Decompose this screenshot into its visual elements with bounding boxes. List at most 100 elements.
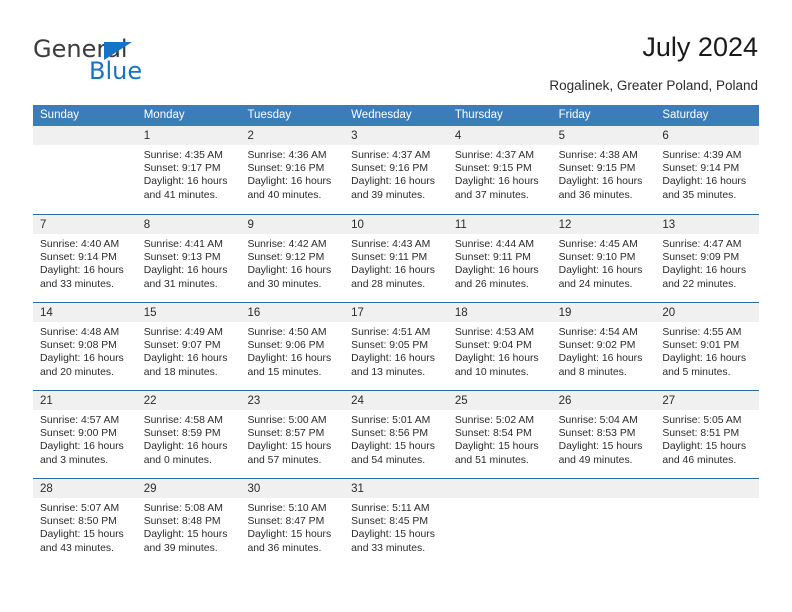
day-number-band: 8 (136, 215, 241, 234)
day-cell-21[interactable]: 21 Sunrise: 4:57 AM Sunset: 9:00 PM Dayligh… (33, 391, 137, 478)
day-info-line: Sunrise: 5:02 AM (454, 415, 535, 426)
day-info-line: and 26 minutes. (454, 278, 529, 290)
day-cell-28[interactable]: 28 Sunrise: 5:07 AM Sunset: 8:50 PM Dayligh… (33, 479, 137, 566)
day-number: 7 (40, 219, 47, 231)
day-info-line: Sunset: 9:14 PM (40, 252, 117, 264)
day-number: 9 (247, 219, 254, 231)
day-cell-7[interactable]: 7 Sunrise: 4:40 AM Sunset: 9:14 PM Daylight… (33, 215, 137, 302)
weekday-header-sunday: Sunday (40, 109, 80, 121)
day-number-band: 20 (655, 303, 760, 322)
day-info-line: Sunrise: 4:37 AM (454, 150, 535, 161)
day-info-line: Daylight: 15 hours (247, 441, 332, 453)
day-info-line: Sunrise: 4:35 AM (143, 150, 223, 161)
day-cell-18[interactable]: 18 Sunrise: 4:53 AM Sunset: 9:04 PM Dayligh… (447, 303, 552, 390)
day-cell-12[interactable]: 12 Sunrise: 4:45 AM Sunset: 9:10 PM Dayligh… (551, 215, 656, 302)
day-info-line: Sunrise: 4:57 AM (40, 415, 120, 426)
weekday-header-friday: Friday (558, 109, 591, 121)
day-info-line: and 40 minutes. (247, 189, 322, 201)
day-cell-8[interactable]: 8 Sunrise: 4:41 AM Sunset: 9:13 PM Daylight… (136, 215, 241, 302)
page-subtitle-location: Rogalinek, Greater Poland, Poland (549, 78, 758, 93)
day-number: 25 (454, 395, 468, 407)
day-cell-15[interactable]: 15 Sunrise: 4:49 AM Sunset: 9:07 PM Dayligh… (136, 303, 241, 390)
day-info-line: and 43 minutes. (40, 542, 114, 554)
day-info-line: Daylight: 16 hours (351, 265, 435, 277)
day-info-line: and 46 minutes. (662, 454, 737, 466)
day-cell-25[interactable]: 25 Sunrise: 5:02 AM Sunset: 8:54 PM Dayligh… (447, 391, 552, 478)
general-blue-logo[interactable]: General Blue (33, 36, 233, 88)
day-info-line: and 39 minutes. (143, 542, 218, 554)
day-sun-info: Sunrise: 4:37 AM Sunset: 9:16 PM Daylight:… (344, 145, 448, 202)
day-info-line: Sunset: 8:45 PM (351, 516, 428, 528)
day-info-line: Daylight: 16 hours (662, 265, 747, 277)
day-info-line: and 36 minutes. (247, 542, 322, 554)
day-cell-5[interactable]: 5 Sunrise: 4:38 AM Sunset: 9:15 PM Daylight… (551, 126, 656, 214)
day-number: 6 (662, 130, 669, 142)
day-cell-17[interactable]: 17 Sunrise: 4:51 AM Sunset: 9:05 PM Dayligh… (344, 303, 448, 390)
day-info-line: Sunrise: 4:58 AM (143, 415, 223, 426)
day-cell-11[interactable]: 11 Sunrise: 4:44 AM Sunset: 9:11 PM Dayligh… (447, 215, 552, 302)
day-cell-27[interactable]: 27 Sunrise: 5:05 AM Sunset: 8:51 PM Dayligh… (655, 391, 760, 478)
day-number-band: 21 (33, 391, 137, 410)
day-info-line: Daylight: 16 hours (40, 353, 124, 365)
day-number-band: 15 (136, 303, 241, 322)
day-number-band: 18 (447, 303, 552, 322)
day-sun-info: Sunrise: 4:36 AM Sunset: 9:16 PM Daylight:… (240, 145, 344, 202)
day-info-line: Daylight: 16 hours (247, 176, 332, 188)
day-info-line: Sunrise: 5:08 AM (143, 503, 223, 514)
day-number: 4 (454, 130, 462, 142)
day-info-line: Daylight: 16 hours (247, 353, 332, 365)
day-cell-1[interactable]: 1 Sunrise: 4:35 AM Sunset: 9:17 PM Daylight… (136, 126, 241, 214)
day-cell-10[interactable]: 10 Sunrise: 4:43 AM Sunset: 9:11 PM Dayligh… (344, 215, 448, 302)
day-info-line: Sunset: 9:16 PM (247, 163, 325, 175)
day-cell-20[interactable]: 20 Sunrise: 4:55 AM Sunset: 9:01 PM Dayligh… (655, 303, 760, 390)
day-number-band: 7 (33, 215, 137, 234)
day-info-line: Daylight: 16 hours (247, 265, 332, 277)
calendar-week-row: 28 Sunrise: 5:07 AM Sunset: 8:50 PM Dayligh… (33, 478, 760, 566)
day-cell-31[interactable]: 31 Sunrise: 5:11 AM Sunset: 8:45 PM Dayligh… (344, 479, 448, 566)
day-cell-4[interactable]: 4 Sunrise: 4:37 AM Sunset: 9:15 PM Daylight… (447, 126, 552, 214)
day-info-line: Sunrise: 4:54 AM (558, 327, 638, 338)
day-cell-13[interactable]: 13 Sunrise: 4:47 AM Sunset: 9:09 PM Dayligh… (655, 215, 760, 302)
day-cell-2[interactable]: 2 Sunrise: 4:36 AM Sunset: 9:16 PM Daylight… (240, 126, 345, 214)
day-number: 24 (351, 395, 364, 407)
day-sun-info: Sunrise: 4:40 AM Sunset: 9:14 PM Daylight:… (33, 234, 137, 291)
day-number: 28 (40, 483, 53, 495)
day-cell-3[interactable]: 3 Sunrise: 4:37 AM Sunset: 9:16 PM Daylight… (344, 126, 448, 214)
day-number-band: 24 (344, 391, 448, 410)
day-info-line: Sunset: 8:48 PM (143, 516, 221, 528)
day-info-line: Sunset: 9:00 PM (40, 428, 117, 440)
day-sun-info: Sunrise: 4:53 AM Sunset: 9:04 PM Daylight:… (448, 322, 552, 379)
day-sun-info: Sunrise: 4:48 AM Sunset: 9:08 PM Daylight:… (33, 322, 137, 379)
weekday-header-monday: Monday (143, 109, 185, 121)
day-cell-30[interactable]: 30 Sunrise: 5:10 AM Sunset: 8:47 PM Dayligh… (240, 479, 345, 566)
day-info-line: Sunset: 9:10 PM (558, 252, 636, 264)
day-info-line: Sunrise: 4:40 AM (40, 239, 120, 250)
day-sun-info: Sunrise: 4:54 AM Sunset: 9:02 PM Daylight:… (552, 322, 656, 379)
day-cell-26[interactable]: 26 Sunrise: 5:04 AM Sunset: 8:53 PM Dayligh… (551, 391, 656, 478)
day-info-line: Sunrise: 4:53 AM (454, 327, 535, 338)
calendar-week-row: 14 Sunrise: 4:48 AM Sunset: 9:08 PM Dayligh… (33, 302, 760, 390)
day-info-line: Daylight: 16 hours (558, 176, 643, 188)
day-cell-9[interactable]: 9 Sunrise: 4:42 AM Sunset: 9:12 PM Daylight… (240, 215, 345, 302)
day-cell-16[interactable]: 16 Sunrise: 4:50 AM Sunset: 9:06 PM Dayligh… (240, 303, 345, 390)
day-cell-14[interactable]: 14 Sunrise: 4:48 AM Sunset: 9:08 PM Dayligh… (33, 303, 137, 390)
day-sun-info: Sunrise: 5:02 AM Sunset: 8:54 PM Daylight:… (448, 410, 552, 467)
day-info-line: and 22 minutes. (662, 278, 737, 290)
day-cell-6[interactable]: 6 Sunrise: 4:39 AM Sunset: 9:14 PM Daylight… (655, 126, 760, 214)
day-number: 2 (247, 130, 254, 142)
day-info-line: Sunrise: 4:36 AM (247, 150, 327, 161)
day-cell-23[interactable]: 23 Sunrise: 5:00 AM Sunset: 8:57 PM Dayligh… (240, 391, 345, 478)
day-cell-19[interactable]: 19 Sunrise: 4:54 AM Sunset: 9:02 PM Dayligh… (551, 303, 656, 390)
day-info-line: Sunset: 8:53 PM (558, 428, 636, 440)
day-info-line: Sunset: 9:05 PM (351, 340, 428, 352)
day-info-line: Sunrise: 5:04 AM (558, 415, 638, 426)
day-info-line: and 37 minutes. (454, 189, 529, 201)
day-number: 22 (143, 395, 157, 407)
day-cell-29[interactable]: 29 Sunrise: 5:08 AM Sunset: 8:48 PM Dayligh… (136, 479, 241, 566)
day-info-line: Sunset: 9:13 PM (143, 252, 221, 264)
day-cell-22[interactable]: 22 Sunrise: 4:58 AM Sunset: 8:59 PM Dayligh… (136, 391, 241, 478)
day-info-line: Sunset: 9:16 PM (351, 163, 428, 175)
day-number-band: 5 (551, 126, 656, 145)
day-info-line: and 33 minutes. (40, 278, 114, 290)
day-cell-24[interactable]: 24 Sunrise: 5:01 AM Sunset: 8:56 PM Dayligh… (344, 391, 448, 478)
